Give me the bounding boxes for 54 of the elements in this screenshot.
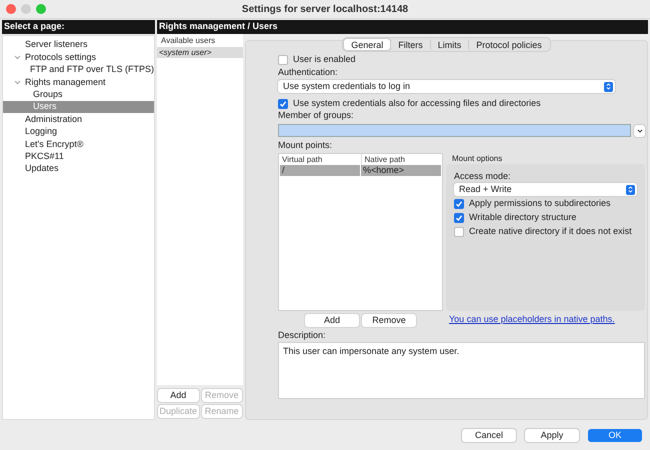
checkbox-label: User is enabled <box>293 52 356 66</box>
field-label: Access mode: <box>454 170 511 183</box>
checkbox[interactable] <box>454 212 464 222</box>
button[interactable]: Remove <box>362 314 416 326</box>
field-label: Mount points: <box>278 138 332 152</box>
field-label: Authentication: <box>278 66 338 78</box>
button[interactable]: Apply <box>525 429 579 442</box>
checkbox-label: Writable directory structure <box>469 210 576 224</box>
field-label: Description: <box>278 328 326 342</box>
checkbox-label: Use system credentials also for accessing files and directories <box>293 96 541 110</box>
checkbox[interactable] <box>278 98 288 108</box>
tab[interactable]: Filters <box>390 39 430 50</box>
table-cell[interactable]: %<home> <box>361 165 441 176</box>
tree-item[interactable]: Server listeners <box>25 38 88 52</box>
window-title: Settings for server localhost:14148 <box>242 2 408 16</box>
chevron-icon[interactable] <box>634 124 645 136</box>
table-cell[interactable]: / <box>280 165 360 176</box>
close-icon[interactable] <box>6 4 16 14</box>
tree-item[interactable]: Rights management <box>25 76 106 90</box>
tab[interactable]: Limits <box>430 39 468 50</box>
tree-item[interactable]: Administration <box>25 112 82 126</box>
column-header: Available users <box>160 34 216 46</box>
updown-icon <box>626 184 635 194</box>
checkbox[interactable] <box>278 54 288 64</box>
input-field[interactable] <box>278 124 631 137</box>
panel-header: Rights management / Users <box>157 20 648 34</box>
button[interactable]: OK <box>588 429 642 442</box>
dropdown[interactable]: Read + Write <box>454 183 637 196</box>
section-title: Mount options <box>452 152 502 164</box>
checkbox-label: Create native directory if it does not exist <box>469 224 632 238</box>
checkbox[interactable] <box>454 226 464 236</box>
tree-item[interactable]: PKCS#11 <box>25 150 64 164</box>
button[interactable]: Add <box>158 389 198 402</box>
tree-item[interactable]: Protocols settings <box>25 50 96 64</box>
tree-item[interactable]: Updates <box>25 162 59 176</box>
column-header: Virtual path <box>281 154 324 166</box>
dropdown[interactable]: Use system credentials to log in <box>278 80 615 93</box>
tab[interactable]: Protocol policies <box>468 39 549 50</box>
link[interactable]: You can use placeholders in native paths. <box>449 313 615 327</box>
panel-header: Select a page: <box>2 20 155 34</box>
text-area[interactable]: This user can impersonate any system user. <box>278 342 645 399</box>
updown-icon <box>604 82 613 92</box>
tree-item[interactable]: FTP and FTP over TLS (FTPS) <box>30 63 154 77</box>
tab[interactable]: General <box>344 39 390 50</box>
checkbox-label: Apply permissions to subdirectories <box>469 196 611 210</box>
button[interactable]: Cancel <box>462 429 516 442</box>
tree-item[interactable]: Let's Encrypt® <box>25 138 84 152</box>
tree-item[interactable]: Groups <box>33 88 63 102</box>
checkbox[interactable] <box>454 198 464 208</box>
list-item[interactable]: <system user> <box>157 47 243 58</box>
tree-item[interactable]: Logging <box>25 125 58 139</box>
button[interactable]: Add <box>305 314 359 326</box>
field-label: Member of groups: <box>278 108 354 122</box>
zoom-icon[interactable] <box>36 4 46 14</box>
